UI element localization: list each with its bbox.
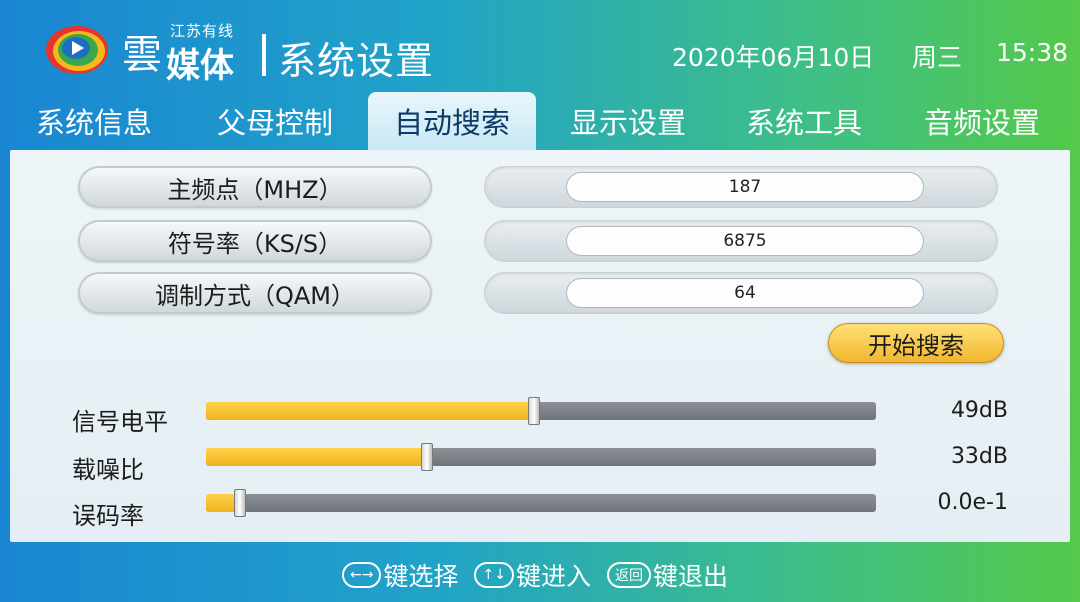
- frequency-field[interactable]: 187: [484, 166, 998, 208]
- footer-hints: ←→ 键选择 ↑↓ 键进入 返回 键退出: [0, 548, 1080, 602]
- signal-level-value: 49dB: [950, 398, 1008, 423]
- symbol-rate-label: 符号率（KS/S）: [78, 220, 432, 262]
- tab-system-info[interactable]: 系统信息: [14, 92, 174, 150]
- symbol-rate-field[interactable]: 6875: [484, 220, 998, 262]
- footer-hint-exit: 返回 键退出: [606, 557, 728, 593]
- symbol-rate-value[interactable]: 6875: [566, 226, 924, 256]
- bit-error-rate-value: 0.0e-1: [937, 490, 1008, 515]
- meter-fill: [206, 448, 428, 466]
- tab-display-settings[interactable]: 显示设置: [548, 92, 708, 150]
- auto-search-panel: 主频点（MHZ） 187 符号率（KS/S） 6875 调制方式（QAM） 64…: [10, 150, 1070, 542]
- footer-hint-select: ←→ 键选择: [342, 557, 458, 593]
- tab-label: 系统工具: [745, 106, 862, 140]
- bit-error-rate-label: 误码率: [72, 502, 144, 530]
- start-search-button[interactable]: 开始搜索: [828, 323, 1004, 363]
- meter-knob: [421, 443, 434, 471]
- footer-hint-enter: ↑↓ 键进入: [474, 557, 591, 593]
- cn-ratio-label: 载噪比: [72, 456, 144, 484]
- header-date: 2020年06月10日: [672, 43, 875, 72]
- header: 雲 江苏有线 媒体 系统设置 2020年06月10日 周三 15:38: [0, 0, 1080, 92]
- footer-hint-text: 键退出: [652, 562, 728, 591]
- meter-knob: [233, 489, 246, 517]
- logo-title: 媒体: [166, 46, 234, 86]
- logo-flourish: 雲: [122, 32, 162, 78]
- cn-ratio-meter: [206, 443, 876, 471]
- modulation-field[interactable]: 64: [484, 272, 998, 314]
- back-key-icon: 返回: [606, 562, 651, 588]
- signal-level-label: 信号电平: [72, 408, 168, 436]
- meter-knob: [528, 397, 541, 425]
- tab-label: 音频设置: [923, 106, 1040, 140]
- modulation-value[interactable]: 64: [566, 278, 924, 308]
- frequency-value[interactable]: 187: [566, 172, 924, 202]
- header-weekday: 周三: [912, 43, 963, 72]
- logo-icon: [46, 26, 108, 74]
- tab-label: 显示设置: [569, 106, 686, 140]
- header-time: 15:38: [996, 38, 1069, 67]
- tab-auto-search[interactable]: 自动搜索: [368, 92, 536, 150]
- header-divider: [262, 34, 266, 76]
- page-title: 系统设置: [278, 39, 435, 83]
- up-down-arrows-icon: ↑↓: [474, 562, 514, 588]
- tab-audio-settings[interactable]: 音频设置: [902, 92, 1062, 150]
- cn-ratio-value: 33dB: [950, 444, 1008, 469]
- tab-label: 系统信息: [35, 106, 152, 140]
- bit-error-rate-meter: [206, 489, 876, 517]
- modulation-label: 调制方式（QAM）: [78, 272, 432, 314]
- footer-hint-text: 键选择: [383, 562, 459, 591]
- tab-system-tools[interactable]: 系统工具: [724, 92, 884, 150]
- frequency-label: 主频点（MHZ）: [78, 166, 432, 208]
- tab-label: 自动搜索: [393, 106, 510, 140]
- tab-bar: 系统信息 父母控制 自动搜索 显示设置 系统工具 音频设置: [0, 92, 1080, 150]
- tab-label: 父母控制: [216, 106, 333, 140]
- signal-level-meter: [206, 397, 876, 425]
- tab-parental-control[interactable]: 父母控制: [192, 92, 358, 150]
- footer-hint-text: 键进入: [515, 562, 591, 591]
- left-right-arrows-icon: ←→: [342, 562, 382, 588]
- meter-fill: [206, 402, 535, 420]
